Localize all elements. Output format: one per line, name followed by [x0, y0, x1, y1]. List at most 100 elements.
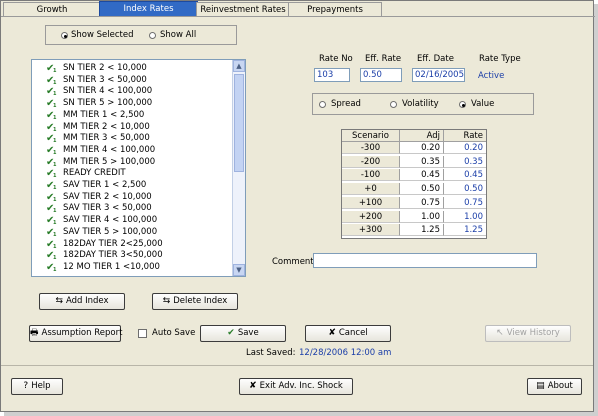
tab-growth[interactable]: Growth [3, 2, 101, 17]
view-history-button[interactable]: ↖ View History [485, 325, 571, 342]
exit-button[interactable]: ✘ Exit Adv. Inc. Shock [239, 378, 353, 395]
list-item[interactable]: ✔ MM TIER 2 < 10,000 [32, 121, 232, 136]
add-index-label: Add Index [65, 296, 109, 306]
list-item[interactable]: ✔ MM TIER 3 < 50,000 [32, 133, 232, 147]
scenario-cell: -100 [342, 169, 400, 182]
list-item[interactable]: ✔ 12 MO TIER 1 <10,000 [32, 262, 232, 276]
about-icon: ▤ [536, 381, 545, 391]
list-item[interactable]: ✔ SAV TIER 4 < 100,000 [32, 215, 232, 229]
list-item[interactable]: ✔ SN TIER 2 < 10,000 [32, 63, 232, 77]
selected-check-icon[interactable]: ✔ [46, 98, 58, 112]
list-item-label: MM TIER 2 < 10,000 [63, 121, 150, 132]
list-item-label: SN TIER 4 < 100,000 [63, 86, 153, 97]
selected-check-icon[interactable]: ✔ [46, 133, 58, 147]
selected-check-icon[interactable]: ✔ [46, 75, 58, 89]
list-item[interactable]: ✔ READY CREDIT [32, 168, 232, 182]
selected-check-icon[interactable]: ✔ [46, 86, 58, 100]
about-label: About [547, 381, 573, 391]
list-item[interactable]: ✔ SAV TIER 2 < 10,000 [32, 191, 232, 206]
last-saved-value: 12/28/2006 12:00 am [299, 348, 392, 358]
list-item[interactable]: ✔ SAV TIER 1 < 2,500 [32, 180, 232, 194]
delete-index-button[interactable]: ⇆ Delete Index [152, 293, 238, 310]
list-item[interactable]: ✔ MM TIER 1 < 2,500 [32, 110, 232, 124]
eff-rate-header: Eff. Rate [365, 54, 402, 64]
auto-save-label: Auto Save [152, 328, 196, 338]
selected-check-icon[interactable]: ✔ [46, 180, 58, 194]
list-item[interactable]: ✔ SN TIER 3 < 50,000 [32, 75, 232, 89]
list-item[interactable]: ✔ SAV TIER 3 < 50,000 [32, 203, 232, 217]
help-button[interactable]: ? Help [11, 378, 63, 395]
show-all-radio[interactable] [149, 32, 156, 39]
selected-check-icon[interactable]: ✔ [46, 145, 58, 159]
comment-label: Comment: [272, 257, 317, 267]
show-selected-radio[interactable] [61, 32, 68, 39]
selected-check-icon[interactable]: ✔ [46, 215, 58, 229]
list-item[interactable]: ✔ 182DAY TIER 3<50,000 [32, 250, 232, 264]
adj-cell[interactable]: 0.20 [400, 142, 444, 154]
selected-check-icon[interactable]: ✔ [46, 227, 58, 241]
selected-check-icon[interactable]: ✔ [46, 122, 58, 136]
x-icon: ✘ [328, 328, 336, 338]
spread-radio[interactable] [319, 101, 326, 108]
index-list[interactable]: ✔ SN TIER 2 < 10,000 ✔ SN TIER 3 < 50,000 ✔ S… [31, 59, 246, 277]
selected-check-icon[interactable]: ✔ [46, 203, 58, 217]
scenario-table[interactable]: Scenario Adj Rate -300 0.20 0.20 -200 0.35 0.… [341, 129, 487, 239]
selected-check-icon[interactable]: ✔ [46, 168, 58, 182]
adj-cell[interactable]: 0.50 [400, 183, 444, 196]
last-saved-label: Last Saved: [246, 348, 296, 358]
selected-check-icon[interactable]: ✔ [46, 63, 58, 77]
selected-check-icon[interactable]: ✔ [46, 250, 58, 264]
adj-cell[interactable]: 0.45 [400, 169, 444, 182]
tab-index-rates[interactable]: Index Rates [99, 1, 198, 17]
adj-cell[interactable]: 0.75 [400, 196, 444, 209]
show-filter-group: Show Selected Show All [45, 25, 237, 45]
value-radio[interactable] [459, 101, 466, 108]
assumption-report-label: Assumption Report [41, 328, 123, 338]
list-item-label: SAV TIER 3 < 50,000 [63, 203, 152, 214]
index-list-scrollbar[interactable]: ▲ ▼ [232, 60, 245, 276]
adj-cell[interactable]: 1.25 [400, 224, 444, 237]
list-item[interactable]: ✔ SN TIER 5 > 100,000 [32, 98, 232, 112]
history-icon: ↖ [496, 328, 504, 338]
save-label: Save [237, 328, 259, 338]
list-item[interactable]: ✔ 182DAY TIER 2<25,000 [32, 239, 232, 253]
scroll-down-arrow-icon[interactable]: ▼ [233, 264, 245, 276]
list-item-label: SAV TIER 5 > 100,000 [63, 226, 158, 237]
window-shadow-right [594, 4, 598, 416]
tab-prepayments[interactable]: Prepayments [288, 2, 382, 17]
adj-cell[interactable]: 0.35 [400, 155, 444, 168]
list-item[interactable]: ✔ MM TIER 4 < 100,000 [32, 145, 232, 159]
rate-cell: 1.00 [444, 211, 486, 223]
tab-divider [1, 16, 595, 17]
scroll-up-arrow-icon[interactable]: ▲ [233, 60, 245, 72]
add-index-button[interactable]: ⇆ Add Index [39, 293, 125, 310]
adj-cell[interactable]: 1.00 [400, 210, 444, 223]
eff-date-field[interactable]: 02/16/2005 [412, 68, 465, 82]
auto-save-checkbox[interactable] [138, 329, 147, 338]
selected-check-icon[interactable]: ✔ [46, 157, 58, 171]
rate-no-field[interactable]: 103 [314, 68, 350, 82]
add-index-icon: ⇆ [55, 296, 63, 306]
list-item-label: SAV TIER 1 < 2,500 [63, 180, 147, 190]
cancel-button[interactable]: ✘ Cancel [305, 325, 391, 342]
list-item[interactable]: ✔ SAV TIER 5 > 100,000 [32, 226, 232, 241]
comment-field[interactable] [313, 253, 537, 268]
help-label: Help [31, 381, 51, 391]
selected-check-icon[interactable]: ✔ [46, 110, 58, 124]
eff-rate-field[interactable]: 0.50 [360, 68, 402, 82]
value-label: Value [471, 99, 495, 109]
main-window: Growth Index Rates Reinvestment Rates Pr… [0, 0, 595, 412]
list-item[interactable]: ✔ SN TIER 4 < 100,000 [32, 86, 232, 100]
volatility-radio[interactable] [390, 101, 397, 108]
list-item-label: SAV TIER 2 < 10,000 [63, 191, 152, 202]
scroll-thumb[interactable] [234, 74, 244, 172]
selected-check-icon[interactable]: ✔ [46, 192, 58, 206]
list-item[interactable]: ✔ MM TIER 5 > 100,000 [32, 157, 232, 171]
selected-check-icon[interactable]: ✔ [46, 239, 58, 253]
rate-cell: 0.75 [444, 197, 486, 209]
assumption-report-button[interactable]: 🖶 Assumption Report [29, 325, 123, 342]
tab-reinvestment-rates[interactable]: Reinvestment Rates [196, 2, 290, 17]
save-button[interactable]: ✔ Save [200, 325, 286, 342]
about-button[interactable]: ▤ About [527, 378, 582, 395]
selected-check-icon[interactable]: ✔ [46, 262, 58, 276]
